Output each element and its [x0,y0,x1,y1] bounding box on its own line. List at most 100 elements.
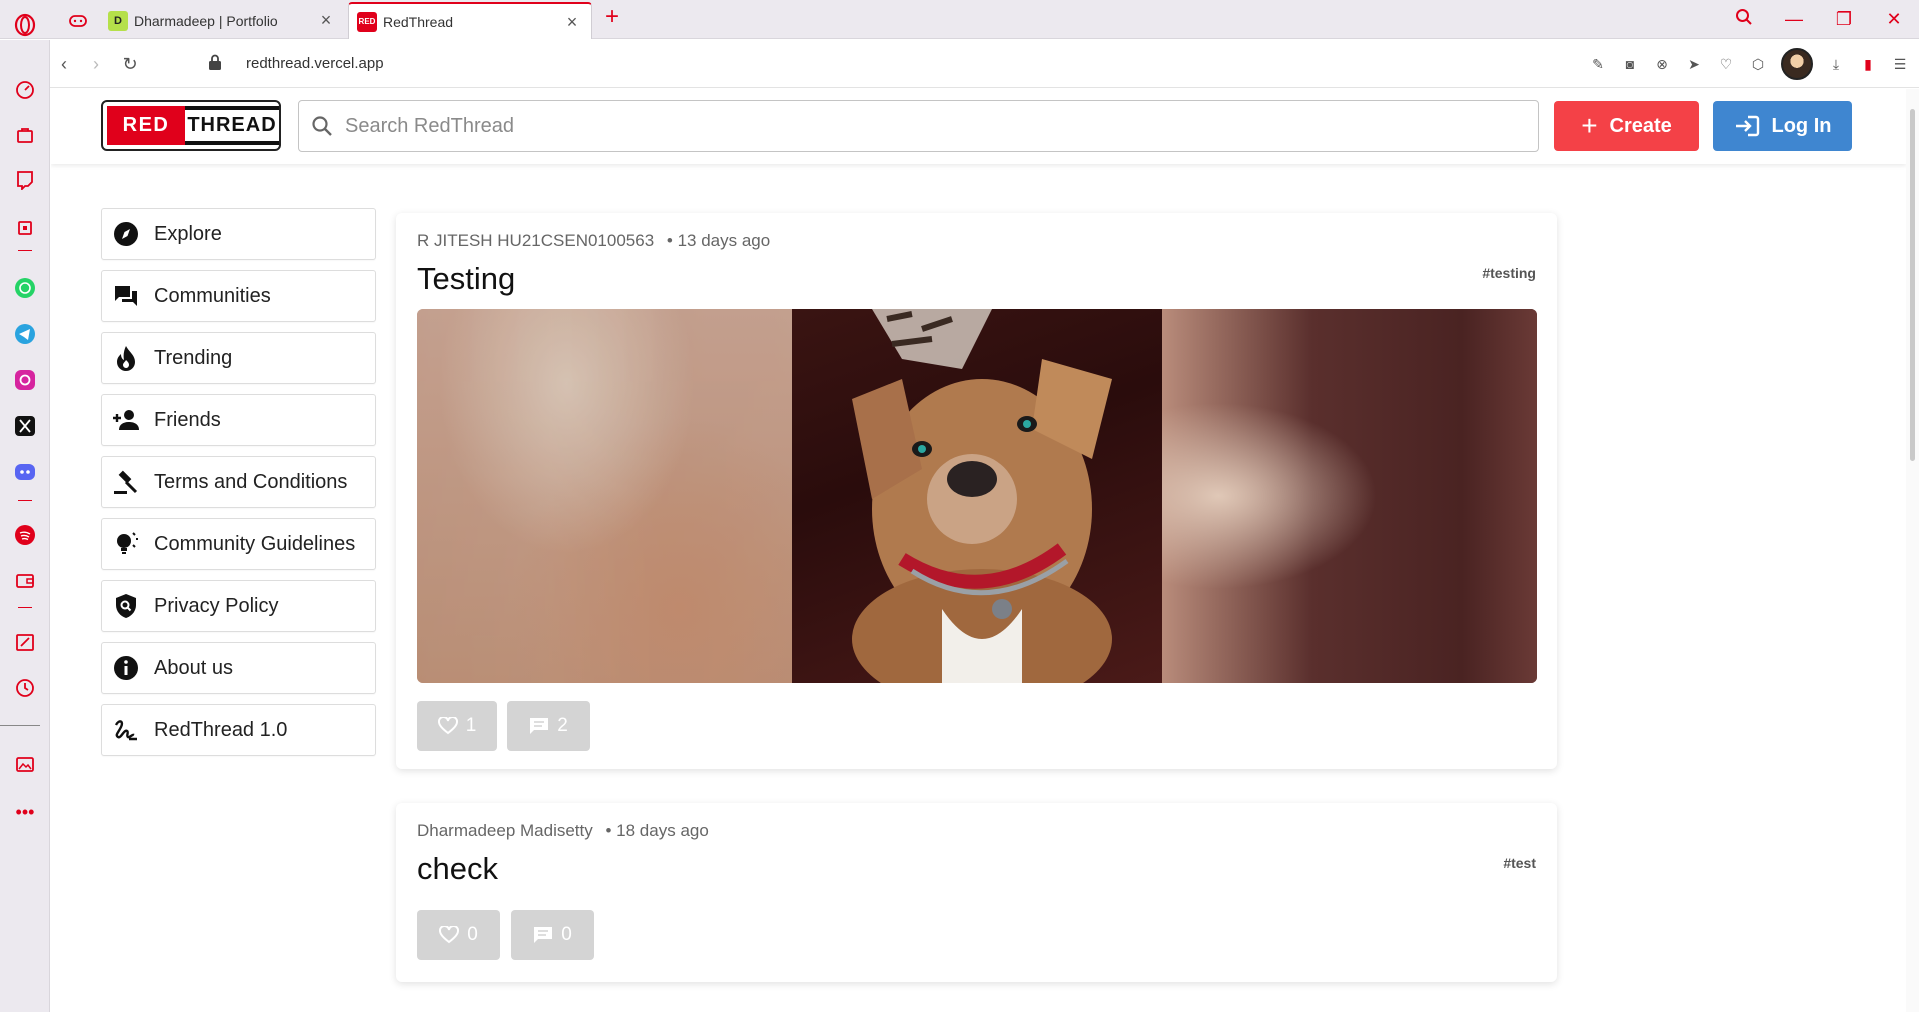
portfolio-favicon: D [108,10,128,31]
post-time: • 13 days ago [666,231,771,250]
reload-icon[interactable]: ↻ [120,54,140,74]
nav-about-us[interactable]: About us [101,642,376,694]
spotify-icon[interactable] [13,523,37,547]
like-button[interactable]: 0 [417,910,500,960]
create-label: Create [1609,114,1672,137]
whatsapp-icon[interactable] [13,276,37,300]
tab-redthread[interactable]: RED RedThread × [348,2,592,39]
forward-button[interactable]: › [86,54,106,74]
forum-icon [112,282,140,310]
heart-icon [439,926,460,944]
extensions-icon[interactable]: ⬡ [1749,55,1767,73]
post-tag[interactable]: #test [1503,855,1536,871]
x-twitter-icon[interactable] [13,414,37,438]
redthread-favicon: RED [357,11,377,32]
new-tab-button[interactable]: + [600,5,624,30]
post-image[interactable] [417,309,1537,683]
post-tag[interactable]: #testing [1482,265,1536,281]
camera-icon[interactable]: ◙ [1621,55,1639,73]
avatar[interactable] [1781,48,1813,80]
flame-icon [112,344,140,372]
comment-button[interactable]: 0 [511,910,594,960]
post-meta: R JITESH HU21CSEN0100563 • 13 days ago [417,231,770,251]
comment-icon [533,926,553,944]
redthread-logo[interactable]: RED THREAD [101,100,281,151]
create-button[interactable]: + Create [1554,101,1699,151]
close-window-button[interactable]: ✕ [1869,9,1919,30]
nav-redthread-version[interactable]: RedThread 1.0 [101,704,376,756]
download-icon[interactable]: ⤓ [1827,55,1845,73]
close-tab-icon[interactable]: × [317,10,335,30]
back-button[interactable]: ‹ [54,54,74,74]
person-add-icon [112,406,140,434]
search-box[interactable] [298,100,1539,152]
post-author[interactable]: R JITESH HU21CSEN0100563 [417,231,654,250]
nav-terms[interactable]: Terms and Conditions [101,456,376,508]
post-card[interactable]: Dharmadeep Madisetty • 18 days ago check… [396,803,1557,982]
image-blurred-background-right [1162,309,1537,683]
edit-page-icon[interactable]: ✎ [1589,55,1607,73]
vpn-icon[interactable]: ▮ [1859,55,1877,73]
shopping-bag-icon[interactable] [13,123,37,147]
post-card[interactable]: R JITESH HU21CSEN0100563 • 13 days ago T… [396,213,1557,769]
nav-friends[interactable]: Friends [101,394,376,446]
gallery-icon[interactable] [13,752,37,776]
discord-icon[interactable] [13,460,37,484]
like-count: 1 [465,715,477,736]
browser-sidebar: ••• [0,40,50,1012]
post-author[interactable]: Dharmadeep Madisetty [417,821,593,840]
maximize-button[interactable]: ❐ [1819,9,1869,30]
image-blurred-background-left [417,309,792,683]
cpu-icon[interactable] [13,216,37,240]
close-tab-icon[interactable]: × [563,12,581,32]
post-time: • 18 days ago [605,821,709,840]
like-button[interactable]: 1 [417,701,497,751]
plus-icon: + [1581,110,1598,141]
nav-communities[interactable]: Communities [101,270,376,322]
nav-trending[interactable]: Trending [101,332,376,384]
nav-label: Trending [154,346,233,369]
nav-community-guidelines[interactable]: Community Guidelines [101,518,376,570]
post-title[interactable]: Testing [417,261,515,297]
minimize-button[interactable]: — [1769,9,1819,30]
left-navigation: Explore Communities Trending Friends Ter… [101,208,376,766]
logo-red-part: RED [107,106,185,145]
comment-button[interactable]: 2 [507,701,590,751]
signature-icon [112,716,140,744]
site-header: RED THREAD + Create Log In [51,89,1906,164]
comment-count: 0 [561,924,572,945]
lock-icon[interactable] [208,54,226,72]
wallet-icon[interactable] [13,568,37,592]
scrollbar-thumb[interactable] [1910,109,1915,461]
more-options-icon[interactable]: ••• [13,800,37,824]
instagram-icon[interactable] [13,368,37,392]
tab-game[interactable] [60,2,96,39]
page-scrollbar[interactable] [1906,89,1919,1012]
telegram-icon[interactable] [13,322,37,346]
nav-label: RedThread 1.0 [154,718,288,741]
search-input[interactable] [345,114,1525,138]
pinboard-icon[interactable] [13,630,37,654]
speed-dial-icon[interactable] [13,78,37,102]
twitch-icon[interactable] [13,168,37,192]
comment-count: 2 [557,715,568,736]
history-icon[interactable] [13,676,37,700]
nav-label: Communities [154,284,271,307]
nav-label: Friends [154,408,221,431]
nav-label: Terms and Conditions [154,470,348,493]
ad-block-icon[interactable]: ⊗ [1653,55,1671,73]
post-title[interactable]: check [417,851,498,887]
settings-sliders-icon[interactable]: ☰ [1891,55,1909,73]
search-tabs-icon[interactable] [1719,8,1769,31]
shield-icon [112,592,140,620]
page-viewport: RED THREAD + Create Log In Explore [51,89,1906,1012]
like-count: 0 [467,924,478,945]
url-field[interactable]: redthread.vercel.app [246,55,384,72]
nav-privacy-policy[interactable]: Privacy Policy [101,580,376,632]
login-button[interactable]: Log In [1713,101,1852,151]
heart-icon[interactable]: ♡ [1717,55,1735,73]
nav-explore[interactable]: Explore [101,208,376,260]
send-icon[interactable]: ➤ [1685,55,1703,73]
tab-portfolio[interactable]: D Dharmadeep | Portfolio × [100,2,345,39]
tab-label: Dharmadeep | Portfolio [134,12,278,29]
